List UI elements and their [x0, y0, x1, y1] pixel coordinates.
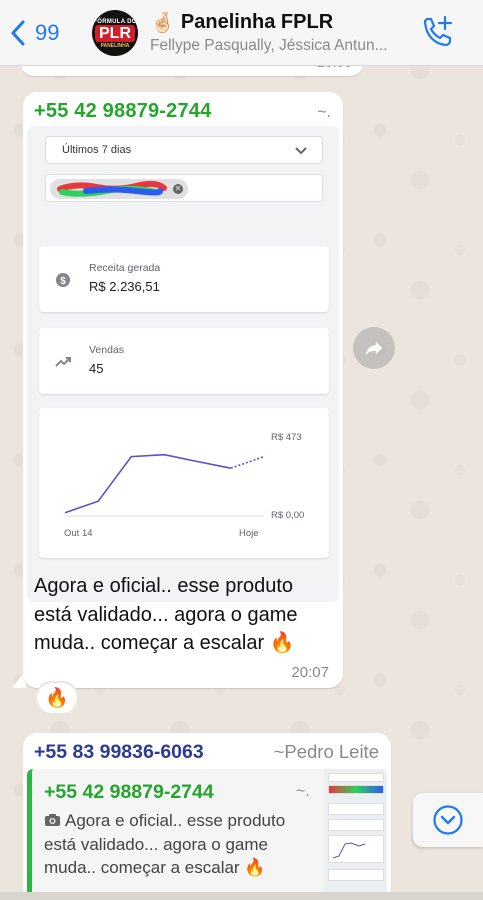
chart-x-end: Hoje — [239, 528, 259, 539]
sales-label: Vendas — [89, 344, 125, 356]
revenue-value: R$ 2.236,51 — [89, 279, 160, 294]
sender-name: ~. — [317, 104, 331, 121]
thumb-chart — [328, 835, 384, 863]
thumb-chart-line — [332, 842, 366, 859]
sender-phone[interactable]: +55 42 98879-2744 — [34, 100, 211, 123]
chart-x-start: Out 14 — [64, 528, 93, 539]
thumb-filter-bar — [328, 785, 384, 794]
chip-close-icon: ✕ — [173, 184, 183, 194]
chart-series-line — [64, 453, 231, 514]
fingers-crossed-emoji: 🤞🏻 — [150, 12, 175, 34]
product-filter: ✕ — [45, 174, 323, 202]
date-range-label: Últimos 7 dias — [62, 144, 132, 156]
chevron-down-icon — [295, 147, 307, 155]
chevron-left-icon — [11, 20, 25, 45]
chart-bottom-label: R$ 0,00 — [271, 510, 304, 521]
dollar-icon: $ — [56, 273, 70, 287]
unread-count: 99 — [35, 19, 60, 45]
message-time: 20:07 — [291, 664, 329, 681]
group-members: Fellype Pasqually, Jéssica Antun... — [150, 37, 388, 54]
quote-thumbnail — [324, 769, 387, 897]
quote-sender-name: ~. — [296, 783, 310, 800]
thumb-card — [328, 803, 384, 815]
trend-up-icon — [55, 357, 71, 367]
avatar-top-text: FÓRMULA DO — [93, 18, 137, 25]
revenue-label: Receita gerada — [89, 262, 161, 274]
quote-text-block: Agora e oficial.. esse produto está vali… — [44, 809, 314, 880]
message-bubble-2[interactable]: +55 83 99836-6063 ~Pedro Leite +55 42 98… — [23, 733, 391, 900]
quote-phone: +55 42 98879-2744 — [44, 781, 214, 803]
camera-icon — [45, 814, 60, 826]
avatar-bottom-text: PANELINHA — [100, 42, 130, 49]
date-range-select: Últimos 7 dias — [45, 136, 323, 164]
svg-text:$: $ — [60, 276, 66, 287]
back-button[interactable]: 99 — [10, 20, 80, 46]
phone-add-icon — [423, 15, 453, 46]
redaction-scribble — [57, 180, 167, 197]
sender-phone-2[interactable]: +55 83 99836-6063 — [34, 741, 204, 764]
input-bar-edge — [0, 892, 483, 900]
message-bubble[interactable]: +55 42 98879-2744 ~. Últimos 7 dias ✕ $ … — [23, 92, 343, 688]
quote-text: Agora e oficial.. esse produto está vali… — [44, 811, 286, 877]
group-title-text: Panelinha FPLR — [180, 11, 334, 33]
filter-chip: ✕ — [50, 179, 188, 199]
quoted-message[interactable]: +55 42 98879-2744 ~. Agora e oficial.. e… — [27, 769, 387, 897]
group-avatar[interactable]: FÓRMULA DO PLR PANELINHA — [92, 9, 138, 56]
avatar-main-text: PLR — [95, 24, 135, 42]
thumb-card — [328, 819, 384, 831]
message-text: Agora e oficial.. esse produto está vali… — [34, 575, 298, 654]
forward-button[interactable] — [353, 327, 395, 369]
forward-icon — [365, 341, 383, 356]
sales-chart: R$ 473 R$ 0,00 Out 14 Hoje — [39, 408, 329, 558]
chart-svg: R$ 473 R$ 0,00 Out 14 Hoje — [64, 432, 304, 539]
chart-top-label: R$ 473 — [271, 432, 302, 443]
thumb-card — [328, 869, 384, 881]
chart-series-projection — [230, 455, 265, 469]
add-call-button[interactable] — [417, 13, 457, 53]
message-image[interactable]: Últimos 7 dias ✕ $ Receita gerada R$ 2.2… — [27, 126, 339, 602]
chevron-down-circle-icon — [433, 805, 463, 835]
message-reaction[interactable]: 🔥 — [35, 681, 79, 715]
thumb-date-bar — [328, 773, 384, 782]
sales-value: 45 — [89, 361, 104, 376]
scroll-down-button[interactable] — [413, 793, 483, 847]
group-info[interactable]: 🤞🏻 Panelinha FPLR Fellype Pasqually, Jés… — [150, 10, 417, 55]
chat-header: 99 FÓRMULA DO PLR PANELINHA 🤞🏻 Panelinha… — [0, 0, 483, 66]
revenue-card: $ Receita gerada R$ 2.236,51 — [39, 246, 329, 312]
sales-card: Vendas 45 — [39, 328, 329, 394]
sender-name-2: ~Pedro Leite — [273, 741, 379, 762]
group-title: 🤞🏻 Panelinha FPLR — [150, 10, 417, 35]
